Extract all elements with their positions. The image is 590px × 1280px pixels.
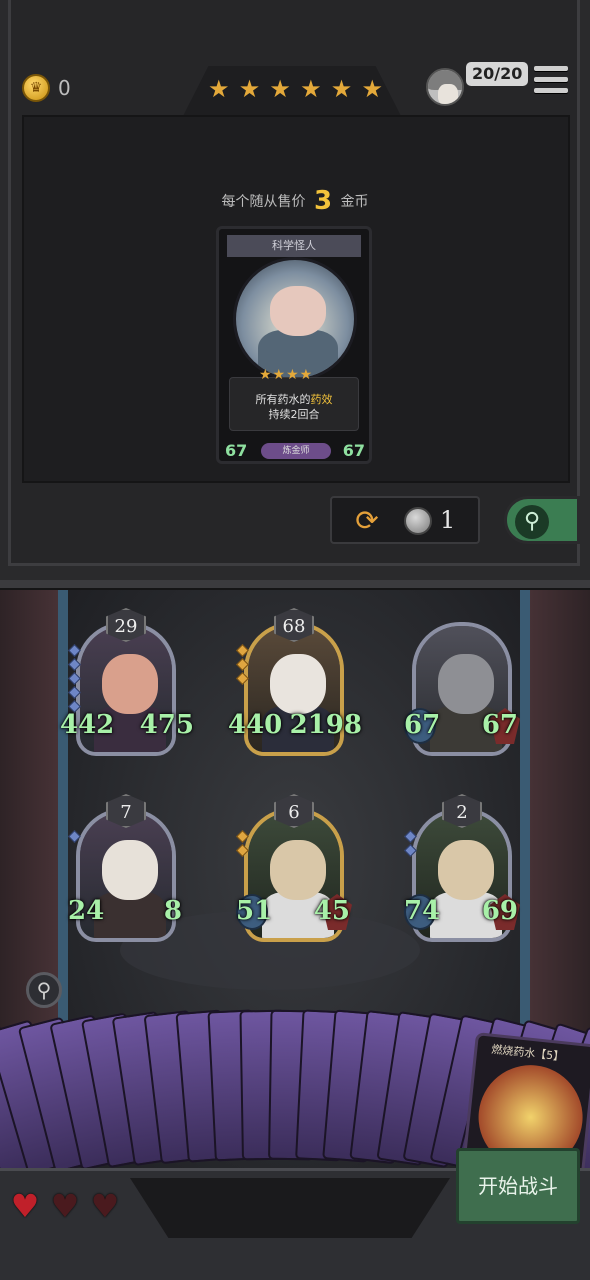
minion-attack: 51 [236,896,273,926]
card-name: 科学怪人 [227,235,361,257]
minion-slot-2[interactable]: 68 440 2198 [228,608,362,758]
sell-price: 3 [313,186,333,216]
tavern-stars: ★ ★ ★ ★ ★ ★ [208,76,383,102]
minion-capacity: 20/20 [466,62,529,86]
sell-suffix: 金币 [340,194,369,210]
shop-panel: ★ ★ ★ ★ ★ ★ ♛ 0 20/20 每个随从售价 3 金币 科学怪人 所… [0,0,590,580]
sell-prefix: 每个随从售价 [221,194,306,210]
star-icon: ★ [208,75,230,103]
minion-health: 2198 [289,710,362,740]
life-heart-icon: ♥ [10,1187,40,1225]
potion-card-label: 燃烧药水【5】 [490,1042,565,1064]
battle-board: 29 442 475 68 440 2198 67 67 7 24 8 6 51… [0,580,590,1280]
search-button[interactable]: ⚲ [504,496,580,544]
minion-health: 69 [481,896,518,926]
card-star-rating: ★★★★ [259,367,314,383]
card-attack: 67 [225,441,248,460]
star-icon: ★ [300,75,322,103]
start-battle-button[interactable]: 开始战斗 [456,1148,580,1224]
minion-slot-1[interactable]: 29 442 475 [60,608,194,758]
silver-coin-icon [404,507,432,535]
search-icon: ⚲ [515,505,549,539]
card-art [233,257,357,381]
minion-attack: 24 [68,896,105,926]
star-icon: ★ [238,75,261,103]
refresh-cost: 1 [440,506,456,534]
card-health: 67 [342,441,365,460]
minion-health: 8 [163,896,182,926]
minion-slot-5[interactable]: 6 51 45 [236,794,352,944]
life-heart-icon: ♥ [90,1187,120,1225]
minion-attack: 74 [404,896,441,926]
minion-health: 45 [313,896,350,926]
minion-slot-3[interactable]: 67 67 [404,608,520,758]
sell-price-info: 每个随从售价 3 金币 [0,186,590,216]
menu-icon[interactable] [534,66,568,100]
life-heart-icon: ♥ [50,1187,80,1225]
minion-health: 67 [481,710,518,740]
minion-attack: 440 [228,710,283,740]
card-description: 所有药水的药效 持续2回合 [229,377,359,431]
star-icon: ★ [361,75,383,103]
star-icon: ★ [269,75,291,103]
coin-count: 0 [58,76,71,100]
star-icon: ★ [330,75,353,103]
card-tribe: 炼金师 [261,443,331,459]
minion-slot-6[interactable]: 2 74 69 [404,794,520,944]
minion-attack: 442 [60,710,115,740]
minion-slot-4[interactable]: 7 24 8 [68,794,184,944]
minion-attack: 67 [404,710,441,740]
hero-avatar[interactable] [426,68,464,106]
minion-health: 475 [139,710,194,740]
refresh-button[interactable]: ⟳ 1 [330,496,480,544]
shop-minion-card[interactable]: 科学怪人 所有药水的药效 持续2回合 ★★★★ 67 炼金师 67 [216,226,372,464]
gold-coin-icon: ♛ [22,74,50,102]
refresh-icon: ⟳ [355,504,379,537]
